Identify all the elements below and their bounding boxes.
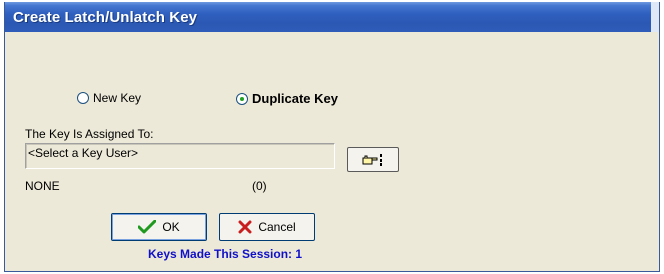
duplicate-key-label: Duplicate Key — [252, 91, 338, 106]
key-count: (0) — [252, 179, 267, 193]
dialog-window: Create Latch/Unlatch Key New Key Duplica… — [4, 2, 660, 272]
ok-label: OK — [162, 220, 180, 234]
radio-selected-icon — [236, 92, 248, 105]
key-user-name: NONE — [25, 179, 60, 193]
cancel-label: Cancel — [258, 220, 296, 234]
radio-circle-icon — [77, 92, 89, 104]
title-bar[interactable]: Create Latch/Unlatch Key — [5, 2, 659, 32]
window-title: Create Latch/Unlatch Key — [13, 9, 198, 26]
new-key-label: New Key — [93, 91, 142, 105]
pointing-hand-icon — [362, 153, 384, 167]
radio-dot-icon — [240, 96, 244, 101]
key-user-field[interactable]: <Select a Key User> — [25, 143, 335, 169]
checkmark-icon — [138, 220, 157, 234]
ok-button[interactable]: OK — [111, 213, 207, 241]
x-icon — [238, 220, 252, 234]
cancel-button[interactable]: Cancel — [219, 213, 315, 241]
assigned-to-label: The Key Is Assigned To: — [25, 127, 154, 141]
new-key-radio[interactable]: New Key — [77, 91, 141, 105]
key-user-value: <Select a Key User> — [28, 146, 139, 160]
select-user-button[interactable] — [347, 147, 399, 172]
duplicate-key-radio[interactable]: Duplicate Key — [236, 91, 338, 106]
session-counter: Keys Made This Session: 1 — [148, 247, 303, 261]
